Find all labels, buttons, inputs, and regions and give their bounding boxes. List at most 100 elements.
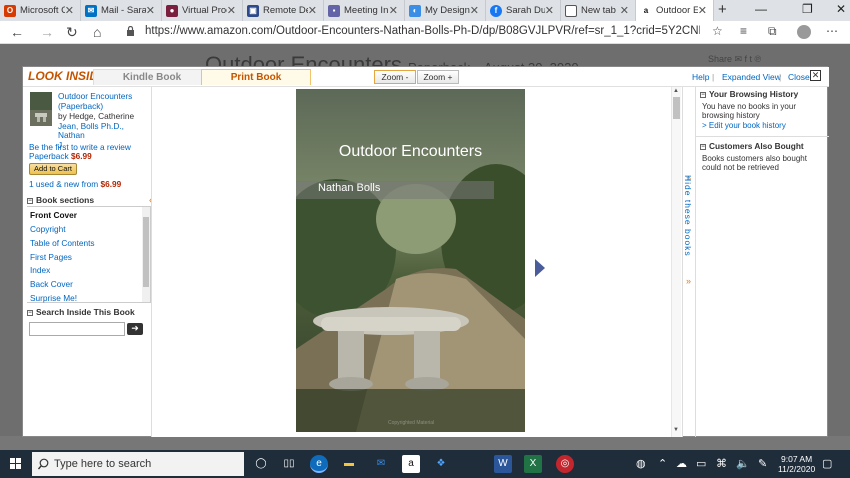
- browser-tab[interactable]: ▪ Meeting In ✕: [324, 0, 405, 21]
- used-new-offers[interactable]: 1 used & new from $6.99: [29, 179, 121, 190]
- customers-also-bought-header[interactable]: − Customers Also Bought: [700, 141, 804, 151]
- tab-kindle-book[interactable]: Kindle Book: [93, 69, 211, 85]
- restore-icon[interactable]: ❐: [802, 2, 813, 16]
- section-index[interactable]: Index: [30, 265, 50, 275]
- browser-tab[interactable]: ● Virtual Proc ✕: [162, 0, 243, 21]
- browser-tab-active[interactable]: a Outdoor E ✕: [636, 0, 714, 21]
- home-icon[interactable]: ⌂: [93, 24, 101, 40]
- lock-icon: [127, 26, 134, 36]
- cover-title: Outdoor Encounters: [338, 143, 483, 160]
- add-to-cart-button[interactable]: Add to Cart: [29, 163, 77, 175]
- close-icon[interactable]: ✕: [227, 4, 236, 17]
- taskbar-clock[interactable]: 9:07 AM 11/2/2020: [778, 454, 815, 474]
- section-front-cover[interactable]: Front Cover: [30, 210, 77, 220]
- amazon-app-icon[interactable]: a: [402, 455, 420, 473]
- section-back-cover[interactable]: Back Cover: [30, 279, 73, 289]
- next-page-arrow-icon[interactable]: [535, 259, 545, 277]
- sections-scrollbar[interactable]: [142, 207, 150, 302]
- help-link[interactable]: Help: [692, 72, 709, 82]
- new-tab-icon[interactable]: +: [718, 1, 727, 18]
- battery-icon[interactable]: ▭: [696, 457, 706, 470]
- browser-tab[interactable]: New tab ✕: [561, 0, 636, 21]
- scrollbar-thumb[interactable]: [143, 217, 149, 287]
- volume-icon[interactable]: 🔈: [736, 457, 750, 470]
- edge-icon[interactable]: e: [310, 455, 328, 473]
- book-title-link[interactable]: Outdoor Encounters (Paperback): [58, 91, 132, 111]
- network-icon[interactable]: ⌘: [716, 457, 727, 470]
- close-icon[interactable]: ✕: [545, 4, 554, 17]
- zoom-in-button[interactable]: Zoom +: [417, 70, 459, 84]
- windows-start-icon[interactable]: [10, 458, 22, 470]
- chevron-right-icon[interactable]: »: [686, 276, 691, 286]
- collections-icon[interactable]: ⧉: [768, 24, 777, 39]
- back-icon[interactable]: ←: [10, 24, 24, 40]
- refresh-icon[interactable]: ↻: [66, 24, 78, 41]
- search-go-button[interactable]: ➜: [127, 323, 143, 335]
- search-inside-input[interactable]: [29, 322, 125, 336]
- notifications-icon[interactable]: ▢: [822, 457, 832, 470]
- task-view-icon[interactable]: ▯▯: [280, 455, 298, 473]
- section-surprise-me[interactable]: Surprise Me!: [30, 293, 77, 303]
- close-icon[interactable]: ✕: [470, 4, 479, 17]
- dropbox-icon[interactable]: ❖: [432, 455, 450, 473]
- bookmark-star-icon[interactable]: ☆: [712, 24, 723, 38]
- collapse-icon[interactable]: −: [700, 92, 706, 98]
- scroll-up-icon[interactable]: ▲: [673, 88, 679, 94]
- viewer-scrollbar[interactable]: ▲ ▼: [671, 87, 681, 437]
- expanded-view-link[interactable]: Expanded View: [722, 72, 781, 82]
- close-icon[interactable]: ✕: [146, 4, 155, 17]
- more-menu-icon[interactable]: ⋯: [826, 24, 838, 38]
- pen-icon[interactable]: ✎: [758, 457, 767, 470]
- office-icon: O: [4, 4, 16, 17]
- window-close-icon[interactable]: ✕: [836, 2, 846, 16]
- tab-print-book[interactable]: Print Book: [201, 69, 311, 85]
- newtab-icon: [565, 4, 577, 17]
- close-icon[interactable]: ✕: [65, 4, 74, 17]
- excel-icon[interactable]: X: [524, 455, 542, 473]
- search-inside-header[interactable]: − Search Inside This Book: [27, 307, 135, 317]
- file-explorer-icon[interactable]: ▬: [340, 455, 358, 473]
- edit-book-history-link[interactable]: > Edit your book history: [702, 121, 786, 131]
- browsing-history-header[interactable]: − Your Browsing History: [700, 89, 798, 99]
- close-icon[interactable]: ✕: [308, 4, 317, 17]
- media-app-icon[interactable]: ◎: [556, 455, 574, 473]
- collapse-icon[interactable]: −: [700, 144, 706, 150]
- browser-tab[interactable]: f Sarah Dugg ✕: [486, 0, 561, 21]
- book-sections-header[interactable]: − Book sections: [27, 195, 94, 205]
- forward-icon[interactable]: →: [40, 24, 54, 40]
- share-icons[interactable]: Share ✉ f t ℗: [708, 54, 798, 66]
- address-bar[interactable]: https://www.amazon.com/Outdoor-Encounter…: [145, 25, 700, 37]
- browser-tab-strip: O Microsoft C ✕ ✉ Mail - Sara ✕ ● Virtua…: [0, 0, 850, 21]
- close-icon[interactable]: ✕: [810, 70, 821, 81]
- scroll-down-icon[interactable]: ▼: [673, 427, 679, 433]
- collapse-icon[interactable]: −: [27, 310, 33, 316]
- close-link[interactable]: Close: [788, 72, 810, 82]
- browser-tab[interactable]: ✉ Mail - Sara ✕: [81, 0, 162, 21]
- browser-tab[interactable]: O Microsoft C ✕: [0, 0, 81, 21]
- user-icon[interactable]: ◍: [636, 457, 646, 470]
- close-icon[interactable]: ✕: [620, 4, 629, 17]
- section-copyright[interactable]: Copyright: [30, 224, 66, 234]
- minimize-icon[interactable]: —: [755, 2, 767, 16]
- mail-icon[interactable]: ✉: [372, 455, 390, 473]
- reading-list-icon[interactable]: ≡: [740, 24, 747, 38]
- section-table-of-contents[interactable]: Table of Contents: [30, 238, 95, 248]
- onedrive-icon[interactable]: ☁: [676, 457, 687, 470]
- word-icon[interactable]: W: [494, 455, 512, 473]
- cover-photo: [296, 89, 525, 432]
- browser-tab[interactable]: ◐ My Design ✕: [405, 0, 486, 21]
- hide-these-books-link[interactable]: Hide these books: [682, 175, 694, 275]
- close-icon[interactable]: ✕: [698, 4, 707, 17]
- taskbar-search-box[interactable]: Type here to search: [32, 452, 244, 476]
- close-icon[interactable]: ✕: [389, 4, 398, 17]
- scrollbar-thumb[interactable]: [673, 97, 680, 119]
- section-first-pages[interactable]: First Pages: [30, 252, 72, 262]
- separator: |: [779, 72, 782, 82]
- browser-tab[interactable]: ▣ Remote De ✕: [243, 0, 324, 21]
- profile-avatar[interactable]: [797, 25, 811, 39]
- cortana-icon[interactable]: ◯: [252, 455, 270, 473]
- zoom-out-button[interactable]: Zoom -: [374, 70, 416, 84]
- chevron-up-icon[interactable]: ⌃: [658, 457, 667, 470]
- collapse-icon[interactable]: −: [27, 198, 33, 204]
- cover-thumbnail[interactable]: [30, 92, 52, 126]
